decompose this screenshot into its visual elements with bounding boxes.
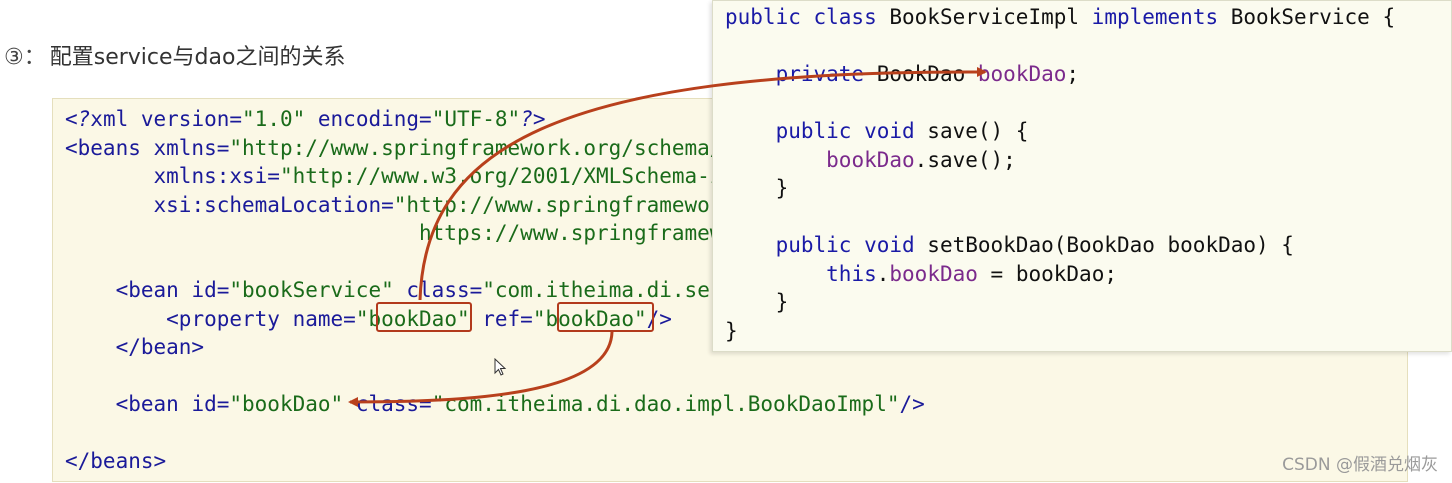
code-token: <property bbox=[166, 306, 280, 331]
code-token: bookDao bbox=[889, 261, 978, 286]
watermark: CSDN @假酒兑烟灰 bbox=[1282, 455, 1438, 475]
highlight-property-name bbox=[376, 302, 472, 332]
code-token: encoding= bbox=[305, 107, 432, 131]
java-code-line bbox=[725, 89, 1395, 118]
code-token: ?> bbox=[520, 107, 546, 131]
code-token: = bookDao; bbox=[977, 261, 1117, 286]
code-token: bookDao bbox=[977, 62, 1067, 86]
code-token: BookServiceImpl bbox=[889, 5, 1092, 29]
code-token: "1.0" bbox=[242, 107, 306, 131]
code-token: "bookService" bbox=[229, 278, 394, 302]
java-code-line: public class BookServiceImpl implements … bbox=[725, 3, 1395, 32]
mouse-cursor-icon bbox=[494, 358, 507, 376]
java-code-line: } bbox=[725, 317, 1395, 346]
java-code-block: public class BookServiceImpl implements … bbox=[725, 3, 1395, 345]
code-token: <beans bbox=[65, 135, 141, 160]
code-token: . bbox=[876, 261, 890, 286]
code-token: </beans> bbox=[65, 449, 167, 473]
code-token: "UTF-8" bbox=[431, 107, 521, 131]
code-token: private bbox=[775, 62, 877, 86]
code-token: } bbox=[725, 290, 789, 314]
code-token: /> bbox=[899, 392, 925, 416]
code-token: version= bbox=[128, 107, 243, 131]
code-token: "com.itheima.di.dao.impl.BookDaoImpl" bbox=[431, 392, 900, 416]
java-code-line: } bbox=[725, 174, 1395, 203]
code-token: bookDao bbox=[826, 147, 915, 172]
code-token: xmlns:xsi= bbox=[153, 164, 280, 188]
java-code-line bbox=[725, 203, 1395, 232]
code-token: this bbox=[826, 261, 877, 286]
xml-code-line bbox=[65, 419, 1216, 448]
highlight-property-ref bbox=[557, 302, 654, 332]
code-token: } bbox=[725, 318, 738, 343]
code-token: <? bbox=[65, 107, 91, 131]
code-token: xsi:schemaLocation= bbox=[153, 192, 394, 217]
code-token: id= bbox=[178, 392, 230, 416]
java-code-line: bookDao.save(); bbox=[725, 146, 1395, 175]
code-token: <bean bbox=[115, 278, 179, 302]
java-code-line bbox=[725, 32, 1395, 61]
code-token: xmlns= bbox=[140, 135, 230, 160]
code-token: </bean> bbox=[115, 335, 205, 359]
code-token: public void bbox=[775, 233, 928, 257]
code-token: ; bbox=[1066, 62, 1080, 86]
code-token: <bean bbox=[115, 392, 179, 416]
code-token: implements bbox=[1091, 5, 1231, 29]
code-token: setBookDao(BookDao bookDao) { bbox=[927, 233, 1294, 257]
page-heading: ③： 配置service与dao之间的关系 bbox=[4, 38, 345, 72]
code-token: "bookDao" bbox=[229, 392, 344, 416]
heading-text: 配置service与dao之间的关系 bbox=[49, 45, 346, 70]
code-token: public class bbox=[725, 5, 890, 29]
java-code-panel: public class BookServiceImpl implements … bbox=[712, 0, 1452, 352]
java-code-line: private BookDao bookDao; bbox=[725, 60, 1395, 89]
xml-code-line: </beans> bbox=[65, 447, 1216, 476]
xml-code-line bbox=[65, 362, 1216, 391]
code-token: save() { bbox=[927, 119, 1029, 143]
code-token: class= bbox=[343, 392, 432, 416]
code-token: ref= bbox=[469, 306, 533, 331]
step-marker: ③： bbox=[4, 45, 46, 70]
java-code-line: } bbox=[725, 288, 1395, 317]
java-code-line: public void setBookDao(BookDao bookDao) … bbox=[725, 231, 1395, 260]
code-token: .save(); bbox=[914, 147, 1016, 172]
java-code-line: this.bookDao = bookDao; bbox=[725, 260, 1395, 289]
code-token: id= bbox=[178, 278, 230, 302]
code-token: } bbox=[725, 176, 789, 200]
code-token: name= bbox=[279, 306, 356, 331]
code-token: xml bbox=[90, 107, 129, 131]
code-token: class= bbox=[393, 278, 483, 302]
code-token: BookService { bbox=[1230, 5, 1396, 29]
java-code-line: public void save() { bbox=[725, 117, 1395, 146]
xml-code-line: <bean id="bookDao" class="com.itheima.di… bbox=[65, 390, 1216, 419]
code-token: BookDao bbox=[876, 62, 978, 86]
code-token: public void bbox=[775, 119, 928, 143]
